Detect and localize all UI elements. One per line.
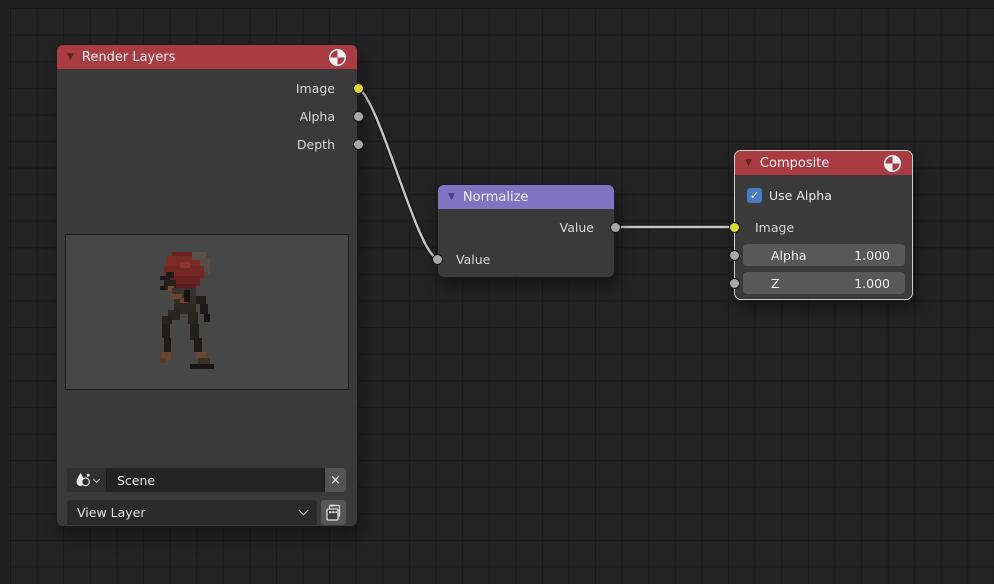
node-editor-canvas[interactable]: ▼ Render Layers Image Alpha Depth xyxy=(0,0,994,584)
link-image-to-normalize[interactable] xyxy=(358,88,437,259)
output-label-depth: Depth xyxy=(297,136,335,154)
render-layers-icon xyxy=(325,504,342,521)
chevron-down-icon xyxy=(299,506,309,516)
node-header-normalize[interactable]: ▼ Normalize xyxy=(438,185,614,209)
render-result-icon xyxy=(328,48,347,67)
collapse-icon[interactable]: ▼ xyxy=(745,151,752,175)
output-socket-alpha[interactable] xyxy=(353,111,364,122)
unlink-scene-button[interactable]: × xyxy=(324,468,346,492)
collapse-icon[interactable]: ▼ xyxy=(67,45,74,69)
node-header-render-layers[interactable]: ▼ Render Layers xyxy=(57,45,357,69)
output-label-image: Image xyxy=(296,80,335,98)
output-label-alpha: Alpha xyxy=(299,108,335,126)
z-field-value: 1.000 xyxy=(854,276,890,291)
output-socket-depth[interactable] xyxy=(353,139,364,150)
input-socket-value[interactable] xyxy=(432,254,443,265)
render-result-icon xyxy=(883,154,902,173)
output-label-value: Value xyxy=(560,219,594,237)
node-header-composite[interactable]: ▼ Composite xyxy=(735,151,912,175)
chevron-down-icon xyxy=(92,475,99,482)
close-icon: × xyxy=(330,473,341,488)
scene-datablock-button[interactable] xyxy=(67,468,106,492)
view-layer-dropdown[interactable]: View Layer xyxy=(67,500,317,525)
input-socket-image[interactable] xyxy=(729,222,740,233)
scene-selector-row: Scene × xyxy=(67,468,346,492)
use-alpha-label: Use Alpha xyxy=(769,188,832,203)
node-title-render-layers: Render Layers xyxy=(82,50,320,65)
alpha-value-field[interactable]: Alpha 1.000 xyxy=(743,244,905,266)
z-value-field[interactable]: Z 1.000 xyxy=(743,272,905,294)
alpha-field-value: 1.000 xyxy=(854,248,890,263)
output-socket-value[interactable] xyxy=(610,222,621,233)
alpha-field-label: Alpha xyxy=(771,248,807,263)
scene-icon xyxy=(75,472,91,488)
input-socket-z[interactable] xyxy=(729,278,740,289)
input-socket-alpha[interactable] xyxy=(729,250,740,261)
check-icon: ✓ xyxy=(750,189,759,202)
node-composite[interactable]: ▼ Composite ✓ Use Alpha Image Alpha 1.00… xyxy=(734,150,913,300)
z-field-label: Z xyxy=(771,276,780,291)
render-preview-image xyxy=(65,234,349,390)
node-normalize[interactable]: ▼ Normalize Value Value xyxy=(437,184,615,278)
input-label-value: Value xyxy=(456,251,490,269)
recalculate-view-layer-button[interactable] xyxy=(321,500,346,525)
node-title-normalize: Normalize xyxy=(463,190,604,205)
view-layer-row: View Layer xyxy=(67,500,346,525)
scene-name-field[interactable]: Scene xyxy=(106,468,324,492)
collapse-icon[interactable]: ▼ xyxy=(448,185,455,209)
output-socket-image[interactable] xyxy=(353,83,364,94)
node-title-composite: Composite xyxy=(760,156,875,171)
use-alpha-row: ✓ Use Alpha xyxy=(747,186,832,204)
node-render-layers[interactable]: ▼ Render Layers Image Alpha Depth xyxy=(56,44,358,527)
input-label-image: Image xyxy=(755,219,794,237)
use-alpha-checkbox[interactable]: ✓ xyxy=(747,188,762,203)
preview-character-art xyxy=(158,252,228,374)
view-layer-value: View Layer xyxy=(77,505,146,520)
